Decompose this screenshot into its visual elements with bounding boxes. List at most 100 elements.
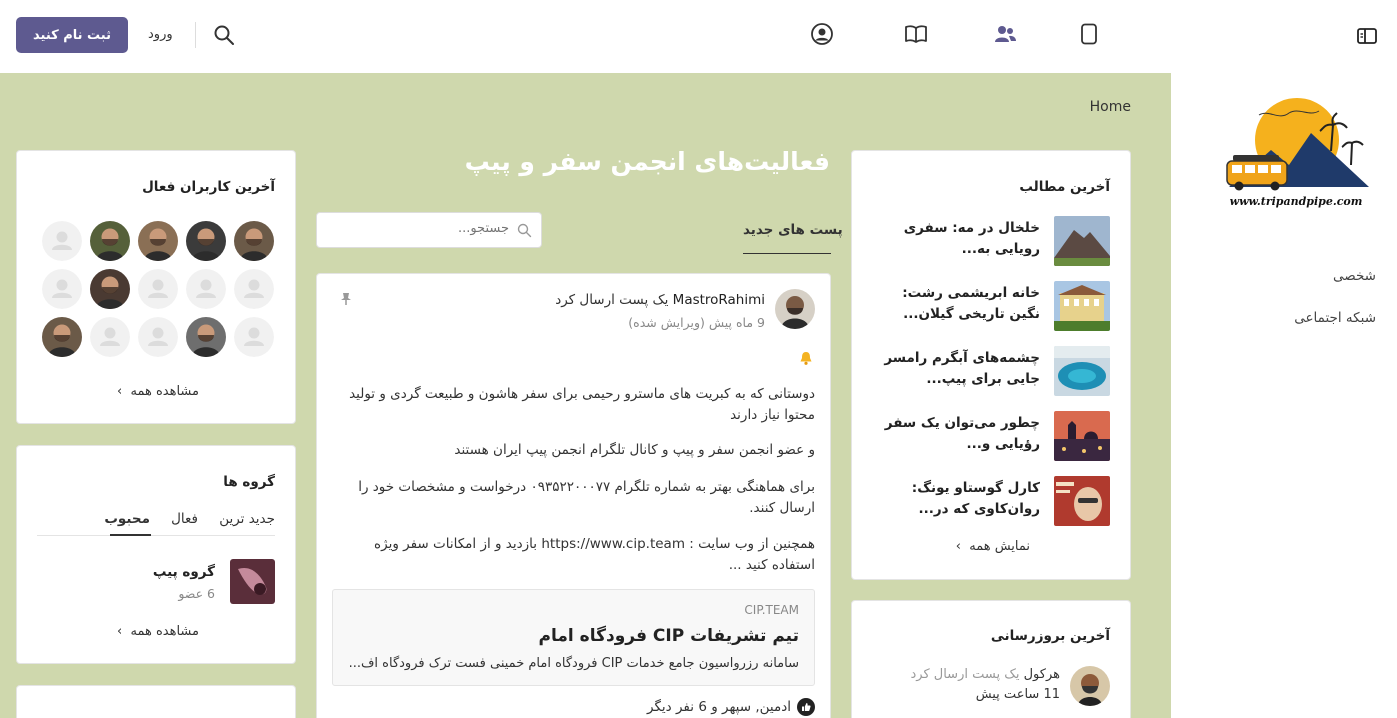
header-divider <box>195 22 196 48</box>
right-sidebar: www.tripandpipe.com شخصی شبکه اجتماعی <box>1171 0 1397 718</box>
thumbs-up-icon <box>797 698 815 716</box>
sidebar-item-social-network[interactable]: شبکه اجتماعی <box>1294 310 1376 326</box>
chevron-left-icon: › <box>955 539 966 554</box>
active-users-title: آخرین کاربران فعال <box>142 179 275 195</box>
user-avatar-placeholder[interactable] <box>42 269 82 309</box>
article-title[interactable]: چطور می‌توان یک سفر رؤیایی و... <box>872 413 1040 455</box>
post-author-link[interactable]: MastroRahimi <box>673 292 765 308</box>
article-title[interactable]: خانه ابریشمی رشت: نگین تاریخی گیلان... <box>872 283 1040 325</box>
latest-updates-title: آخرین بروزرسانی <box>990 628 1110 644</box>
activity-post: MastroRahimi یک پست ارسال کرد 9 ماه پیش … <box>316 273 831 718</box>
user-avatar-placeholder[interactable] <box>186 269 226 309</box>
pin-icon <box>341 293 351 305</box>
tab-popular-groups[interactable]: محبوب <box>104 511 150 527</box>
article-item[interactable]: خانه ابریشمی رشت: نگین تاریخی گیلان... <box>870 281 1110 333</box>
tab-new-posts[interactable]: پست های جدید <box>743 222 843 238</box>
article-thumbnail[interactable] <box>1054 216 1110 266</box>
widget-card <box>16 685 296 718</box>
user-avatar-placeholder[interactable] <box>90 317 130 357</box>
sidebar-item-personal[interactable]: شخصی <box>1333 268 1376 284</box>
article-title[interactable]: چشمه‌های آبگرم رامسر جایی برای پیپ... <box>872 348 1040 390</box>
tab-newest-groups[interactable]: جدید ترین <box>219 511 275 527</box>
article-item[interactable]: خلخال در مه: سفری رویایی به... <box>870 216 1110 268</box>
link-preview-title[interactable]: تیم تشریفات CIP فرودگاه امام <box>539 626 799 646</box>
user-avatar[interactable] <box>90 221 130 261</box>
user-avatar[interactable] <box>186 221 226 261</box>
latest-articles-title: آخرین مطالب <box>1019 179 1110 195</box>
members-icon[interactable] <box>993 22 1017 46</box>
show-all-groups-link[interactable]: مشاهده همه › <box>117 624 199 639</box>
bell-icon <box>800 352 812 365</box>
link-preview-card[interactable]: CIP.TEAM تیم تشریفات CIP فرودگاه امام سا… <box>332 589 815 686</box>
panel-toggle-icon[interactable] <box>1356 26 1378 46</box>
active-users-card: آخرین کاربران فعال مشاهده همه › <box>16 150 296 424</box>
update-time: 11 ساعت پیش <box>975 687 1060 702</box>
link-preview-description: سامانه رزرواسیون جامع خدمات CIP فرودگاه … <box>348 656 799 671</box>
breadcrumb[interactable]: Home <box>1090 99 1131 115</box>
user-avatar[interactable] <box>138 221 178 261</box>
search-icon <box>517 223 532 238</box>
latest-articles-card: آخرین مطالب خلخال در مه: سفری رویایی به.… <box>851 150 1131 580</box>
likes-text: ادمین, سپهر و 6 نفر دیگر <box>647 699 791 715</box>
page-title: فعالیت‌های انجمن سفر و پیپ <box>464 147 830 176</box>
chevron-left-icon: › <box>117 384 127 399</box>
show-all-users-link[interactable]: مشاهده همه › <box>117 384 199 399</box>
update-avatar[interactable] <box>1070 666 1110 706</box>
group-name[interactable]: گروه پیپ <box>153 564 215 580</box>
show-all-articles-link[interactable]: نمایش همه › <box>956 539 1030 554</box>
document-icon[interactable] <box>1077 22 1101 46</box>
group-member-count: 6 عضو <box>178 586 215 601</box>
top-bar: ثبت نام کنید ورود <box>0 0 1171 73</box>
profile-icon[interactable] <box>810 22 834 46</box>
post-author-avatar[interactable] <box>775 289 815 329</box>
article-thumbnail[interactable] <box>1054 411 1110 461</box>
tab-active-groups[interactable]: فعال <box>171 511 198 527</box>
book-icon[interactable] <box>904 22 928 46</box>
tab-active-indicator <box>743 253 831 254</box>
article-thumbnail[interactable] <box>1054 281 1110 331</box>
user-avatar[interactable] <box>186 317 226 357</box>
post-likes[interactable]: ادمین, سپهر و 6 نفر دیگر <box>647 698 815 716</box>
article-item[interactable]: کارل گوستاو یونگ: روان‌کاوی که در... <box>870 476 1110 528</box>
user-avatar-placeholder[interactable] <box>138 269 178 309</box>
user-avatar[interactable] <box>234 221 274 261</box>
post-paragraph: و عضو انجمن سفر و پیپ و کانال تلگرام انج… <box>454 442 815 458</box>
search-icon[interactable] <box>213 24 235 46</box>
latest-updates-card: آخرین بروزرسانی هرکول یک پست ارسال کرد 1… <box>851 600 1131 718</box>
post-paragraph: دوستانی که به کبریت های ماسترو رحیمی برا… <box>349 386 815 423</box>
groups-card: گروه ها جدید ترین فعال محبوب گروه پیپ 6 … <box>16 445 296 664</box>
register-button[interactable]: ثبت نام کنید <box>16 17 128 53</box>
article-title[interactable]: خلخال در مه: سفری رویایی به... <box>872 218 1040 260</box>
show-all-label: نمایش همه <box>969 539 1030 554</box>
update-author[interactable]: هرکول <box>1024 667 1060 682</box>
article-item[interactable]: چطور می‌توان یک سفر رؤیایی و... <box>870 411 1110 463</box>
tab-active-indicator <box>110 534 151 536</box>
user-avatar-placeholder[interactable] <box>234 269 274 309</box>
user-avatar[interactable] <box>90 269 130 309</box>
user-avatar-placeholder[interactable] <box>42 221 82 261</box>
article-item[interactable]: چشمه‌های آبگرم رامسر جایی برای پیپ... <box>870 346 1110 398</box>
update-action: یک پست ارسال کرد <box>910 667 1020 682</box>
article-title[interactable]: کارل گوستاو یونگ: روان‌کاوی که در... <box>872 478 1040 520</box>
login-link[interactable]: ورود <box>148 27 173 42</box>
post-timestamp[interactable]: 9 ماه پیش (ویرایش شده) <box>628 315 765 330</box>
link-preview-domain: CIP.TEAM <box>744 603 799 617</box>
user-avatar-placeholder[interactable] <box>234 317 274 357</box>
groups-title: گروه ها <box>223 474 275 490</box>
chevron-left-icon: › <box>117 624 127 639</box>
show-all-label: مشاهده همه <box>130 384 200 399</box>
post-paragraph: برای هماهنگی بهتر به شماره تلگرام ۰۹۳۵۲۲… <box>358 479 815 516</box>
group-thumbnail[interactable] <box>230 559 275 604</box>
user-avatar-placeholder[interactable] <box>138 317 178 357</box>
tabs-divider <box>37 535 275 536</box>
feed-search-box[interactable] <box>316 212 542 248</box>
user-avatar[interactable] <box>42 317 82 357</box>
feed-search-input[interactable] <box>327 221 509 236</box>
article-thumbnail[interactable] <box>1054 476 1110 526</box>
post-header: MastroRahimi یک پست ارسال کرد <box>555 292 765 308</box>
post-action: یک پست ارسال کرد <box>555 292 669 308</box>
post-paragraph: همچنین از وب سایت : https://www.cip.team… <box>374 536 815 573</box>
update-summary: هرکول یک پست ارسال کرد <box>910 667 1060 682</box>
article-thumbnail[interactable] <box>1054 346 1110 396</box>
site-logo[interactable]: www.tripandpipe.com <box>1219 95 1373 210</box>
